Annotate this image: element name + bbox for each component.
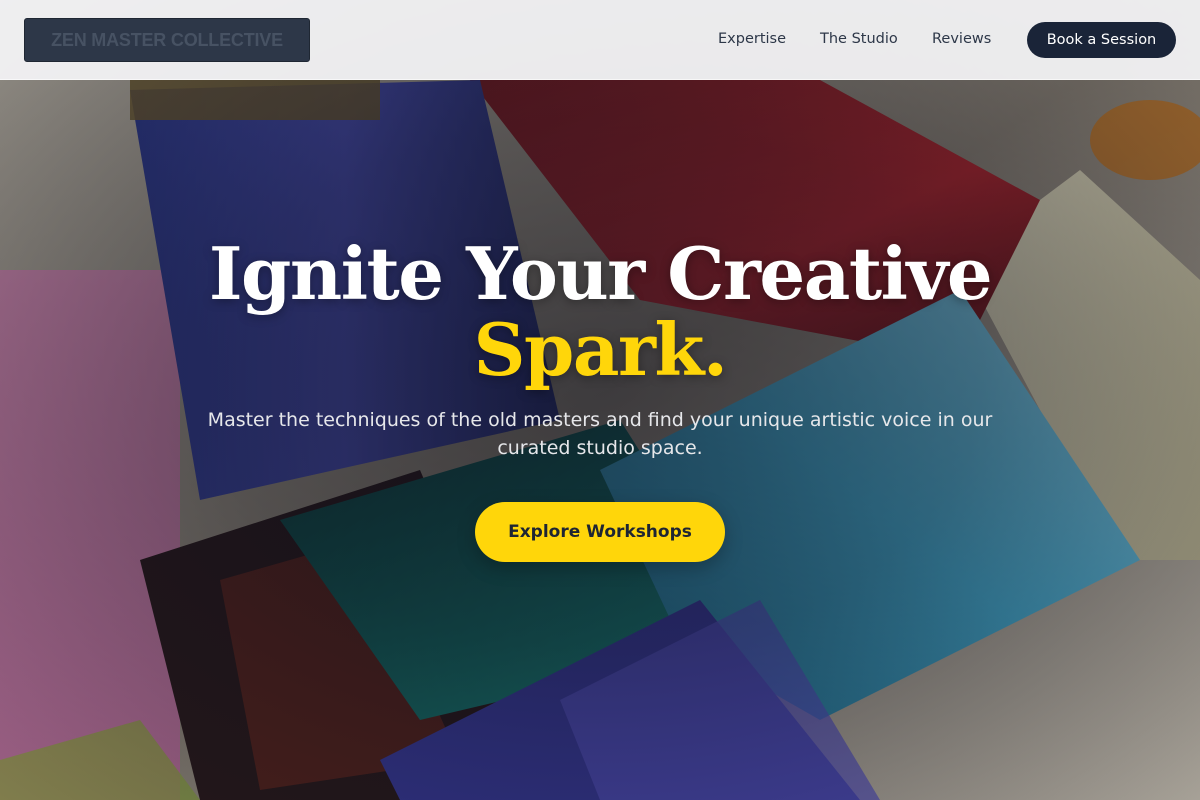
brand-logo-text: ZEN MASTER COLLECTIVE [51,29,283,50]
nav-link-expertise[interactable]: Expertise [718,31,786,47]
book-session-button[interactable]: Book a Session [1027,22,1176,58]
brand-logo[interactable]: ZEN MASTER COLLECTIVE [24,18,310,62]
hero-subtitle: Master the techniques of the old masters… [207,409,993,459]
hero-title: Ignite Your Creative Spark. [0,236,1200,388]
nav-link-the-studio[interactable]: The Studio [820,31,898,47]
site-header: ZEN MASTER COLLECTIVE Expertise The Stud… [0,0,1200,80]
hero-title-line1: Ignite Your Creative [208,231,993,316]
nav-link-reviews[interactable]: Reviews [932,31,991,47]
background-overlay [0,0,1200,800]
hero-title-accent: Spark. [473,307,728,392]
landing-page: ZEN MASTER COLLECTIVE Expertise The Stud… [0,0,1200,800]
explore-workshops-button[interactable]: Explore Workshops [475,502,725,562]
